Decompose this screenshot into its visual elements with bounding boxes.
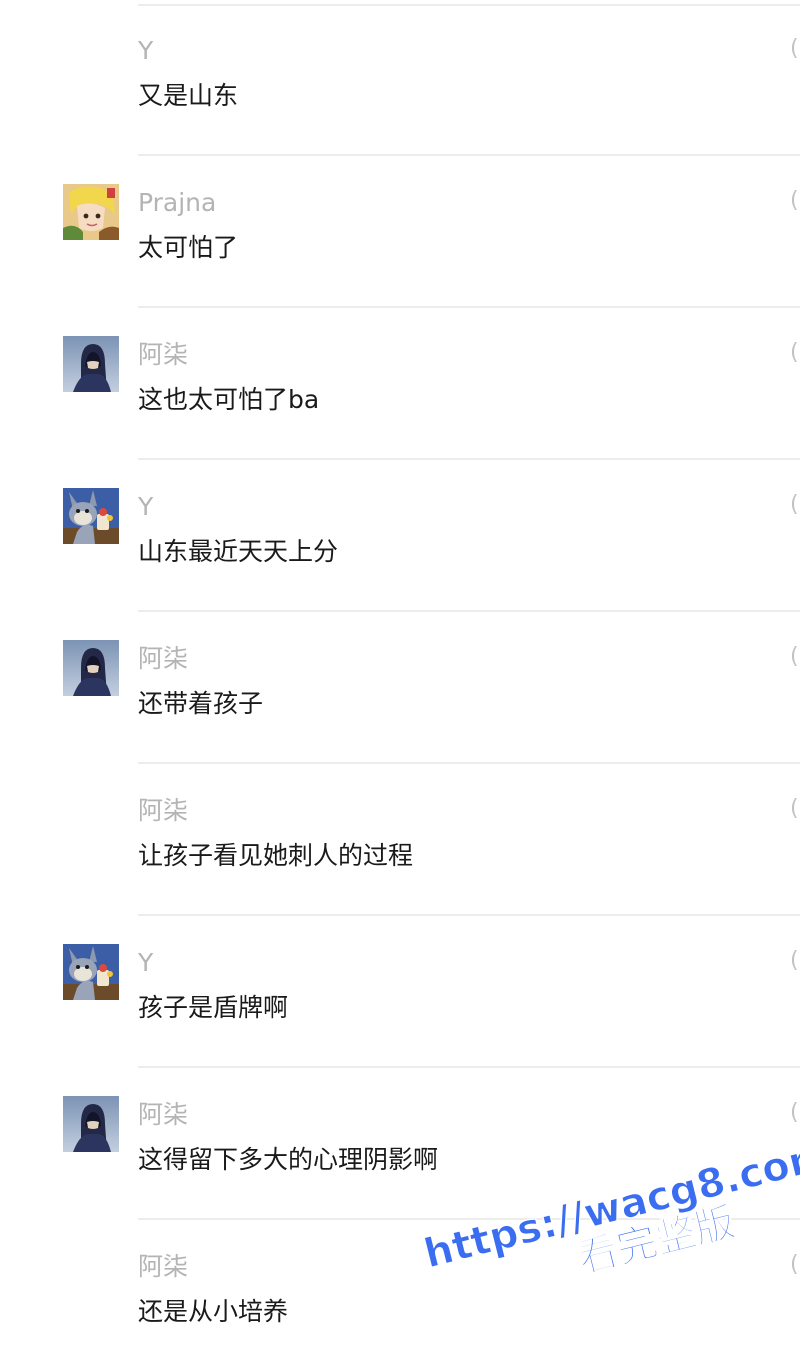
- message-time: (: [790, 340, 799, 365]
- sender-name: Y: [138, 492, 154, 521]
- message-time: (: [790, 36, 799, 61]
- message-text: 这得留下多大的心理阴影啊: [138, 1145, 439, 1174]
- message-time: (: [790, 188, 799, 213]
- message-text: 这也太可怕了ba: [138, 385, 320, 414]
- message-text: 孩子是盾牌啊: [138, 993, 289, 1022]
- chat-message: Prajna 太可怕了 (: [0, 156, 800, 308]
- chat-message: Y 又是山东 (: [0, 4, 800, 156]
- message-text: 太可怕了: [138, 233, 239, 262]
- chat-message-list: Y 又是山东 ( Prajna 太可怕了 (阿柒 这也太可怕了ba (Y 山…: [0, 4, 800, 1372]
- hooded-figure-avatar[interactable]: [63, 1096, 119, 1152]
- message-time: (: [790, 948, 799, 973]
- message-time: (: [790, 796, 799, 821]
- sender-name: 阿柒: [138, 1252, 189, 1281]
- chat-message: 阿柒 让孩子看见她刺人的过程 (: [0, 764, 800, 916]
- sender-name: 阿柒: [138, 644, 189, 673]
- message-text: 还是从小培养: [138, 1297, 289, 1326]
- hooded-figure-avatar[interactable]: [63, 336, 119, 392]
- chat-message: 阿柒 还带着孩子 (: [0, 612, 800, 764]
- message-time: (: [790, 644, 799, 669]
- cartoon-cat-avatar[interactable]: [63, 488, 119, 544]
- sender-name: 阿柒: [138, 340, 189, 369]
- sender-name: Y: [138, 36, 154, 65]
- sender-name: 阿柒: [138, 796, 189, 825]
- message-time: (: [790, 492, 799, 517]
- chat-message: 阿柒 这也太可怕了ba (: [0, 308, 800, 460]
- sender-name: Y: [138, 948, 154, 977]
- message-text: 又是山东: [138, 81, 239, 110]
- message-text: 山东最近天天上分: [138, 537, 339, 566]
- hooded-figure-avatar[interactable]: [63, 640, 119, 696]
- sender-name: Prajna: [138, 188, 217, 217]
- message-time: (: [790, 1100, 799, 1125]
- message-text: 还带着孩子: [138, 689, 264, 718]
- prajna-avatar[interactable]: [63, 184, 119, 240]
- chat-message: 阿柒 这得留下多大的心理阴影啊 (: [0, 1068, 800, 1220]
- sender-name: 阿柒: [138, 1100, 189, 1129]
- message-text: 让孩子看见她刺人的过程: [138, 841, 414, 870]
- message-time: (: [790, 1252, 799, 1277]
- chat-message: 阿柒 还是从小培养 (: [0, 1220, 800, 1372]
- chat-message: Y 山东最近天天上分 (: [0, 460, 800, 612]
- chat-message: Y 孩子是盾牌啊 (: [0, 916, 800, 1068]
- cartoon-cat-avatar[interactable]: [63, 944, 119, 1000]
